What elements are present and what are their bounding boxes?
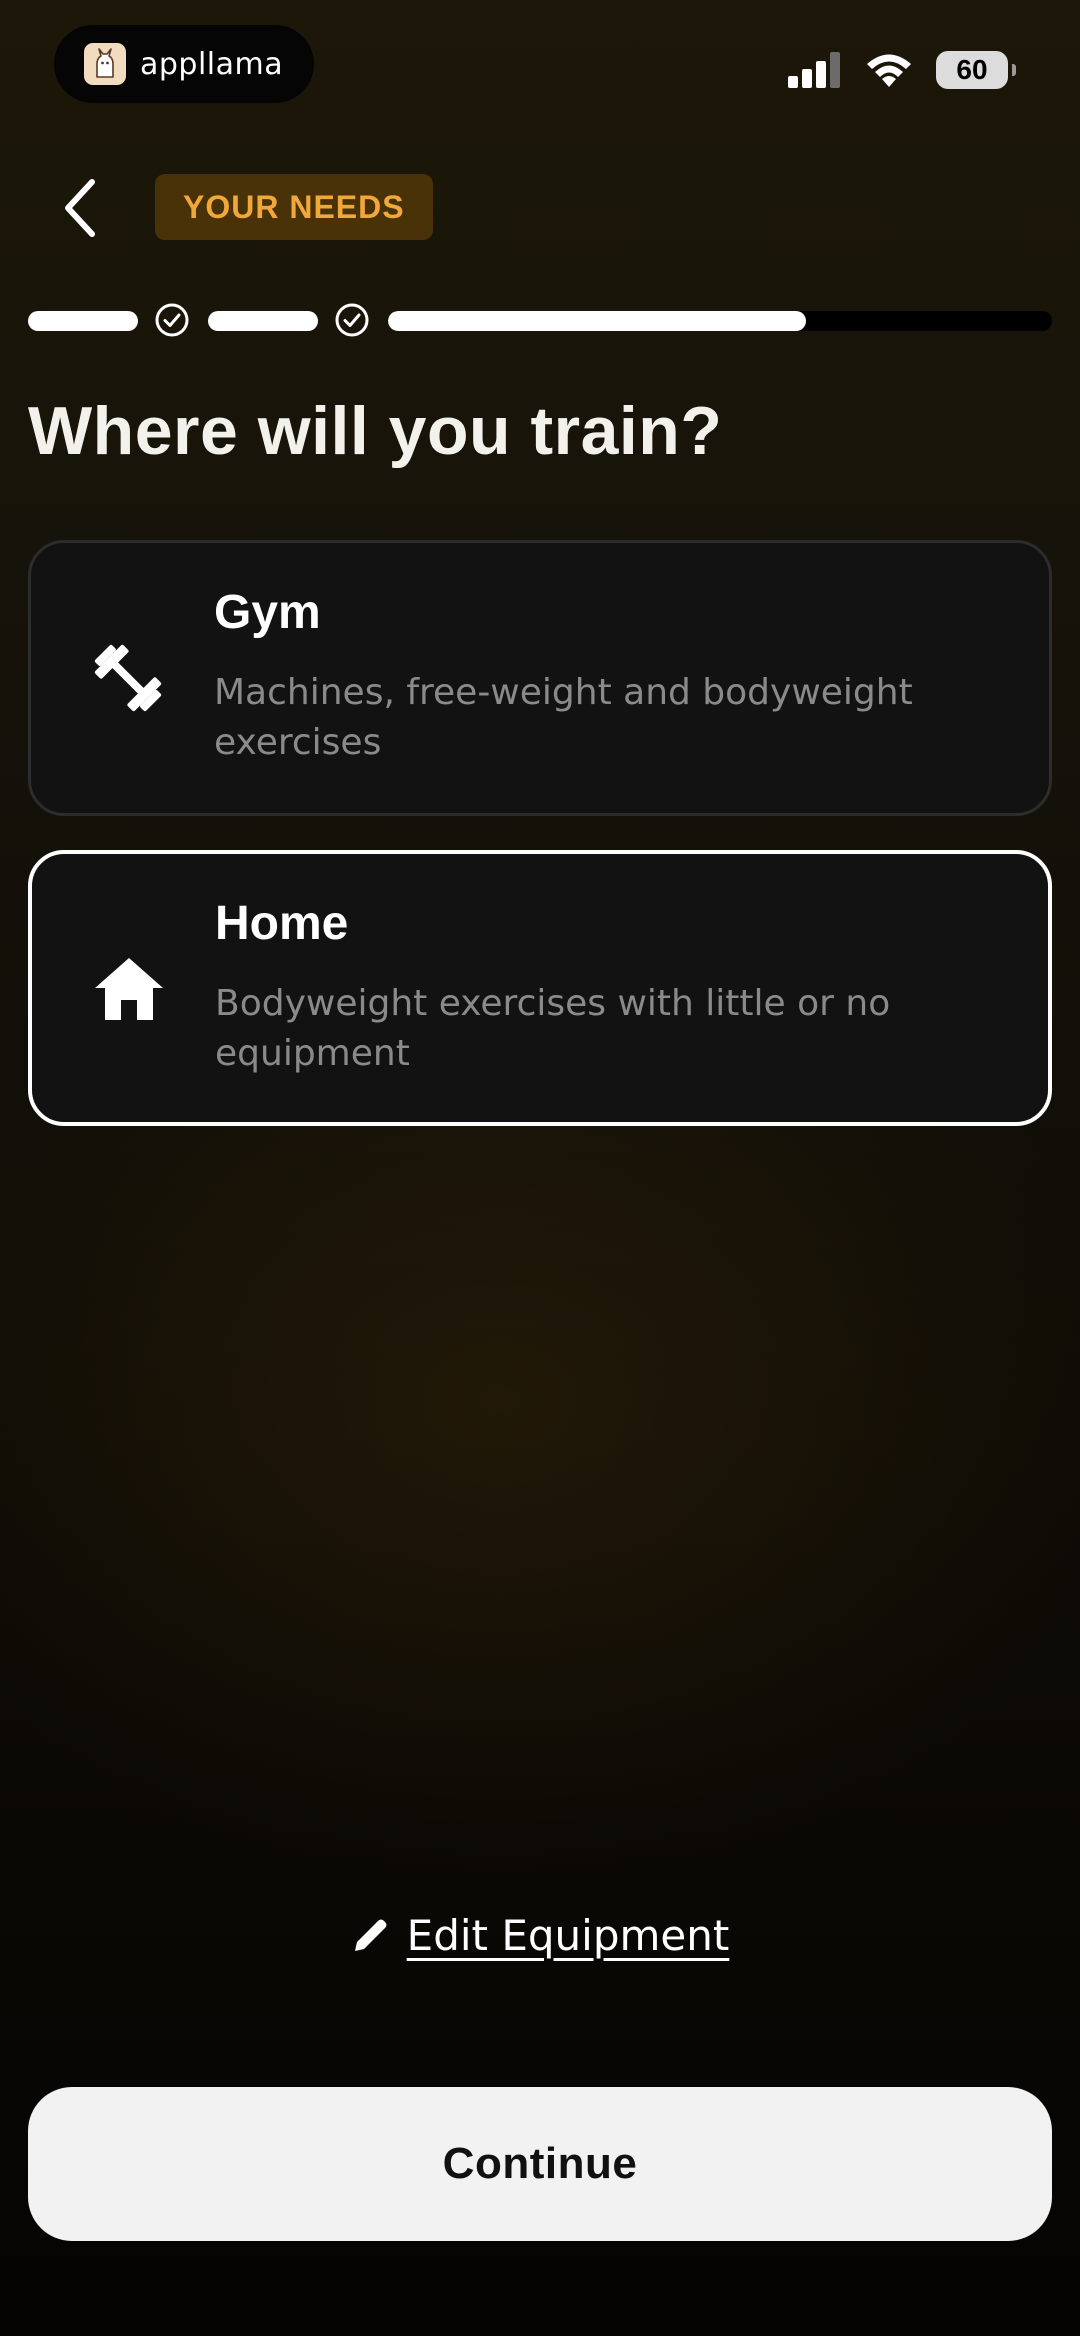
step-check-icon	[335, 303, 369, 337]
battery-level: 60	[956, 54, 988, 85]
option-card-gym[interactable]: Gym Machines, free-weight and bodyweight…	[28, 540, 1052, 816]
step-check-icon	[155, 303, 189, 337]
pencil-icon	[354, 1919, 387, 1951]
option-title: Gym	[214, 586, 321, 639]
battery-icon: 60	[936, 51, 1016, 89]
house-icon	[84, 944, 174, 1034]
section-badge: YOUR NEEDS	[155, 174, 433, 240]
app-indicator-pill[interactable]: appllama	[54, 25, 314, 103]
edit-equipment-label: Edit Equipment	[406, 1910, 730, 1960]
dumbbell-icon	[83, 633, 173, 723]
progress-indicator	[28, 302, 1052, 338]
progress-fill	[388, 311, 807, 331]
option-description: Machines, free-weight and bodyweight exe…	[214, 672, 913, 763]
progress-segment-complete	[28, 311, 138, 331]
progress-track-current	[388, 311, 1052, 331]
screen: appllama 60 YOUR NEEDS Where will you tr…	[0, 0, 1080, 2336]
chevron-left-icon	[65, 179, 95, 237]
option-description: Bodyweight exercises with little or no e…	[215, 983, 891, 1074]
page-title: Where will you train?	[28, 393, 723, 469]
wifi-icon	[867, 54, 911, 87]
continue-button[interactable]: Continue	[28, 2087, 1052, 2241]
llama-logo-icon	[84, 43, 126, 85]
progress-segment-complete	[208, 311, 318, 331]
option-title: Home	[215, 897, 349, 950]
edit-equipment-link[interactable]: Edit Equipment	[0, 1900, 1080, 1970]
back-button[interactable]	[44, 168, 116, 248]
cellular-signal-icon	[788, 52, 840, 88]
option-card-home[interactable]: Home Bodyweight exercises with little or…	[28, 850, 1052, 1126]
app-name: appllama	[140, 46, 284, 82]
status-icons: 60	[788, 46, 1016, 94]
